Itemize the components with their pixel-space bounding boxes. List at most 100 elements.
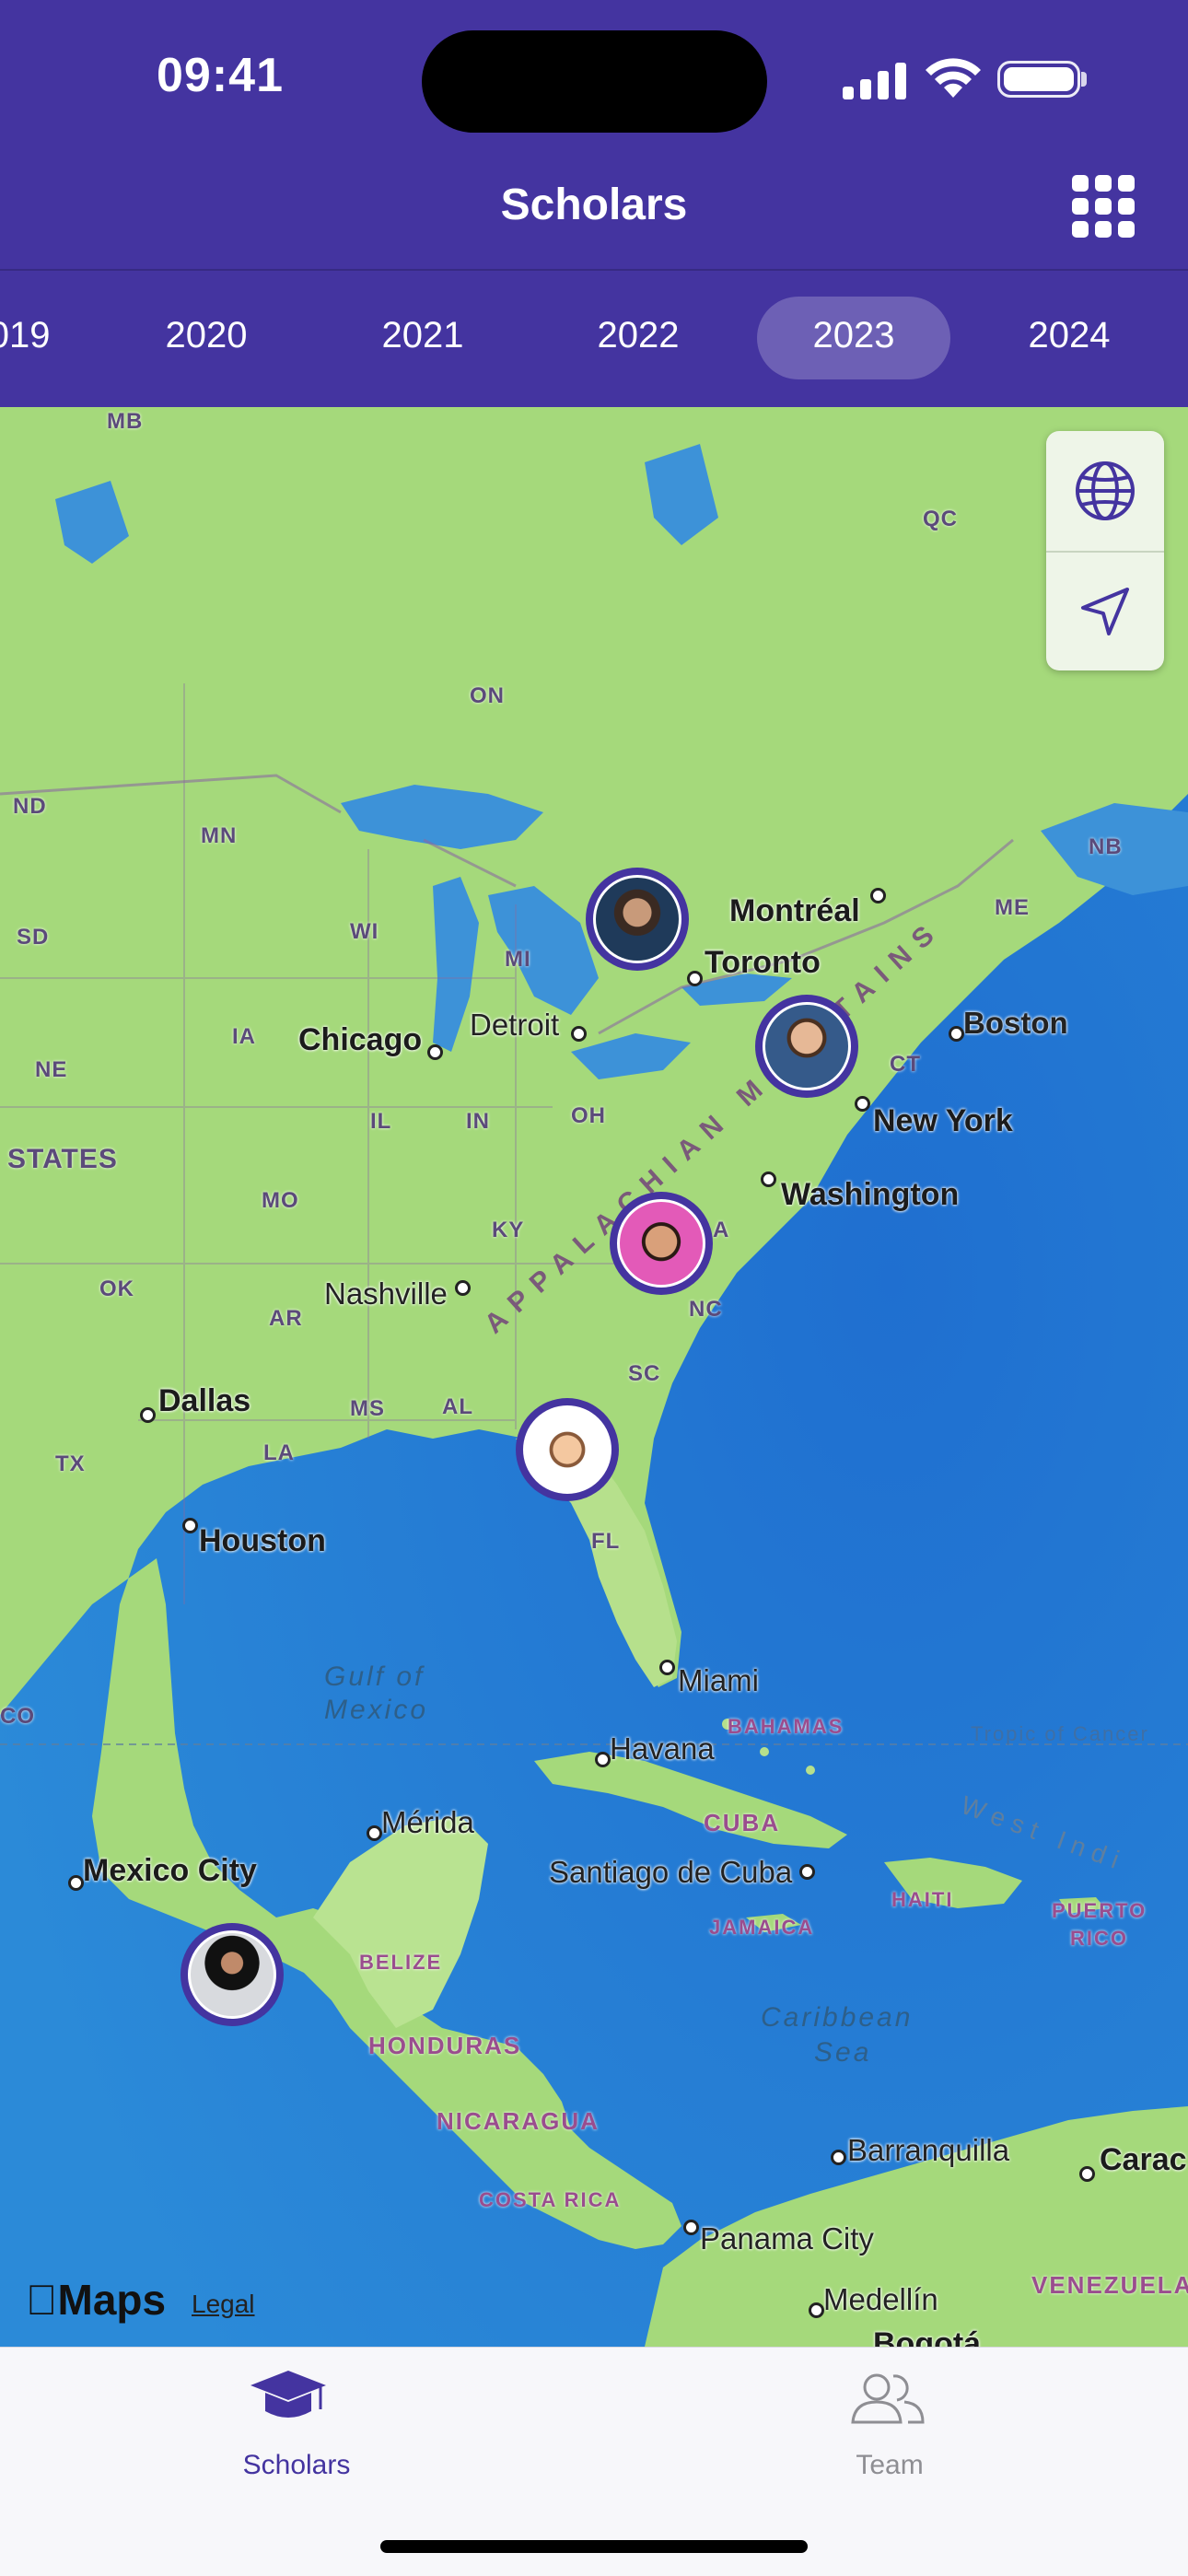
year-tab-2021[interactable]: 2021: [382, 315, 464, 356]
map-label-wi: WI: [350, 919, 379, 944]
map-city-dallas: Dallas: [158, 1383, 251, 1418]
map-label-il: IL: [370, 1109, 392, 1134]
grid-menu-button[interactable]: [1072, 175, 1135, 238]
map-label-al: AL: [442, 1394, 473, 1419]
map-label-belize: BELIZE: [359, 1951, 443, 1974]
dynamic-island: [422, 30, 767, 133]
tab-scholars[interactable]: [249, 2367, 341, 2441]
map-view[interactable]: MB QC ON ND MN NB ME SD WI MI IA NE CT I…: [0, 407, 1188, 2347]
map-city-chicago: Chicago: [298, 1022, 423, 1057]
tab-scholars-label[interactable]: Scholars: [243, 2450, 351, 2481]
scholar-pin-3[interactable]: [610, 1192, 713, 1295]
map-label-ar: AR: [269, 1306, 303, 1331]
status-time: 09:41: [157, 49, 284, 102]
globe-button[interactable]: [1046, 431, 1164, 551]
map-city-medellin: Medellín: [823, 2282, 938, 2316]
map-city-montreal: Montréal: [729, 893, 860, 928]
map-label-caribbean-2: Sea: [814, 2037, 872, 2068]
map-label-tropic: Tropic of Cancer: [971, 1722, 1149, 1745]
avatar: [523, 1405, 611, 1494]
map-city-washington: Washington: [781, 1177, 960, 1212]
tab-team-label[interactable]: Team: [856, 2450, 923, 2481]
map-city-houston: Houston: [199, 1523, 326, 1558]
page-title: Scholars: [500, 181, 688, 229]
map-label-mo: MO: [262, 1188, 299, 1213]
map-label-tx: TX: [55, 1451, 86, 1476]
map-city-santiago: Santiago de Cuba: [549, 1855, 793, 1889]
map-label-qc: QC: [923, 507, 958, 531]
battery-tip: [1081, 72, 1087, 87]
map-label-nicaragua: NICARAGUA: [437, 2107, 600, 2135]
map-city-bogota: Bogotá: [873, 2326, 982, 2347]
year-tab-2024[interactable]: 2024: [1029, 315, 1111, 356]
tab-team[interactable]: [849, 2367, 932, 2441]
globe-icon: [1076, 461, 1135, 520]
map-city-boston: Boston: [963, 1006, 1068, 1040]
scholar-pin-1[interactable]: [586, 868, 689, 971]
map-city-caracas: Carac: [1100, 2142, 1187, 2177]
map-label-me: ME: [995, 895, 1030, 920]
map-label-ia: IA: [232, 1024, 256, 1049]
graduation-cap-icon: [250, 2371, 326, 2418]
map-label-mb: MB: [107, 409, 144, 434]
scholar-pin-4[interactable]: [516, 1398, 619, 1501]
map-label-puerto-rico-1: PUERTO: [1052, 1899, 1147, 1922]
apple-logo-icon: : [26, 2276, 58, 2324]
wifi-icon: [926, 58, 981, 98]
map-label-ok: OK: [99, 1276, 134, 1301]
scholar-pin-5[interactable]: [181, 1923, 284, 2026]
map-label-cuba: CUBA: [704, 1809, 781, 1836]
map-city-miami: Miami: [678, 1663, 759, 1697]
map-label-on: ON: [470, 683, 505, 708]
map-label-honduras: HONDURAS: [368, 2032, 522, 2059]
map-label-fl: FL: [591, 1529, 621, 1554]
avatar: [763, 1002, 851, 1090]
avatar: [593, 875, 681, 963]
map-city-detroit: Detroit: [470, 1008, 560, 1042]
map-label-mi: MI: [505, 947, 531, 972]
map-label-ky: KY: [492, 1218, 525, 1242]
map-terrain: [0, 407, 1188, 2347]
year-tab-2022[interactable]: 2022: [598, 315, 680, 356]
map-city-merida: Mérida: [381, 1805, 474, 1839]
map-label-ms: MS: [350, 1396, 385, 1421]
map-label-nc: NC: [689, 1297, 723, 1322]
home-indicator: [380, 2540, 808, 2553]
scholar-pin-2[interactable]: [755, 995, 858, 1098]
map-label-caribbean-1: Caribbean: [761, 2002, 914, 2033]
map-label-ct: CT: [890, 1052, 921, 1077]
map-label-ne: NE: [35, 1057, 68, 1082]
map-label-jamaica: JAMAICA: [709, 1916, 815, 1939]
map-label-mn: MN: [201, 823, 238, 848]
map-label-gulf-2: Mexico: [324, 1695, 429, 1725]
year-tab-2019[interactable]: 2019: [0, 315, 50, 356]
map-city-panama: Panama City: [700, 2221, 874, 2255]
map-label-puerto-rico-2: RICO: [1070, 1927, 1128, 1950]
year-tab-2023[interactable]: 2023: [813, 315, 895, 356]
map-label-states: STATES: [7, 1144, 118, 1174]
map-city-new-york: New York: [873, 1103, 1013, 1138]
locate-button[interactable]: [1046, 553, 1164, 670]
map-label-nb: NB: [1089, 834, 1123, 859]
map-city-toronto: Toronto: [705, 945, 821, 980]
map-city-havana: Havana: [610, 1731, 715, 1766]
battery-icon: [997, 61, 1080, 98]
status-bar: 09:41: [0, 0, 1188, 157]
map-city-nashville: Nashville: [324, 1276, 448, 1311]
legal-link[interactable]: Legal: [192, 2290, 255, 2319]
year-tabs[interactable]: 2019 2020 2021 2022 2023 2024: [0, 271, 1188, 407]
map-label-in: IN: [466, 1109, 490, 1134]
map-label-haiti: HAITI: [891, 1888, 954, 1911]
map-label-sd: SD: [17, 925, 50, 950]
maps-attribution: Maps: [26, 2276, 166, 2324]
map-label-la: LA: [263, 1440, 295, 1465]
year-tab-2020[interactable]: 2020: [166, 315, 248, 356]
cellular-signal-icon: [843, 63, 906, 99]
map-label-sc: SC: [628, 1361, 661, 1386]
people-icon: [851, 2373, 925, 2424]
map-label-venezuela: VENEZUELA: [1031, 2271, 1188, 2299]
map-label-nd: ND: [13, 794, 47, 819]
map-label-costa-rica: COSTA RICA: [479, 2188, 622, 2211]
location-arrow-icon: [1081, 588, 1129, 635]
map-city-barranquilla: Barranquilla: [847, 2133, 1010, 2167]
